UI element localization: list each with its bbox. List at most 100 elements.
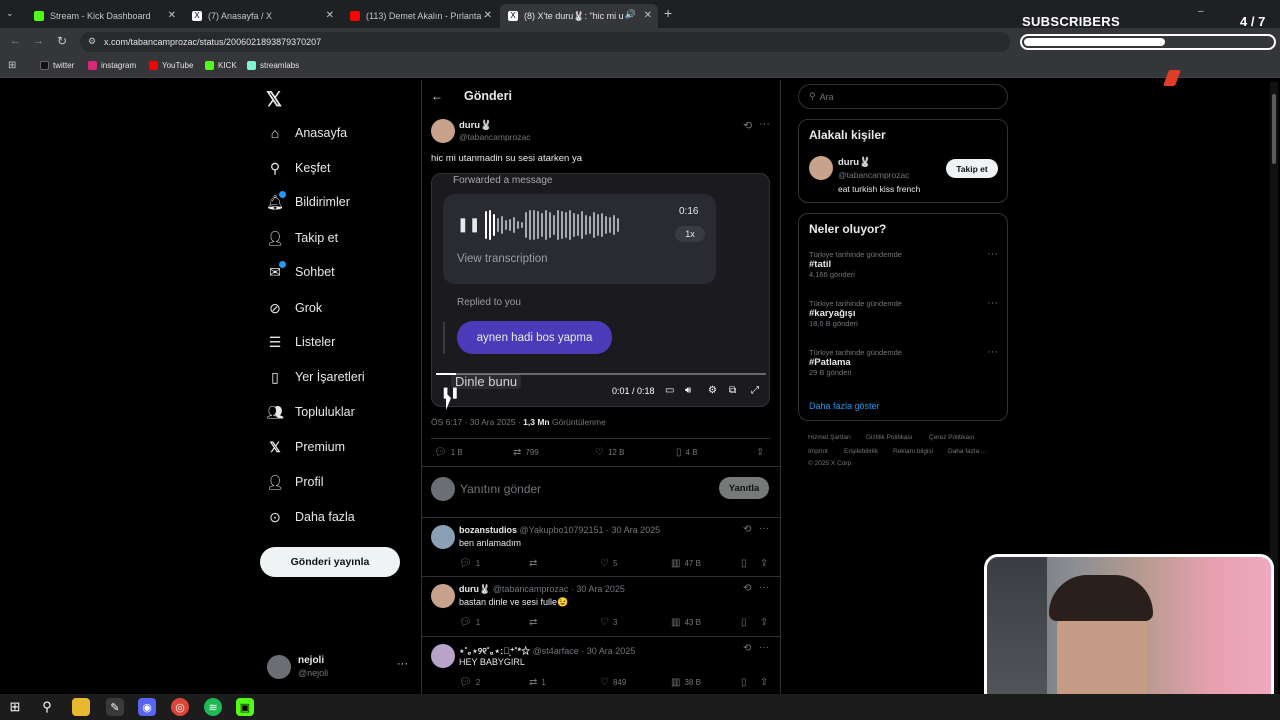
footer-link[interactable]: Çerez Politikası	[929, 434, 974, 441]
post-author-handle[interactable]: @tabancamprozac	[459, 132, 530, 142]
like-action[interactable]: ♡ 5	[600, 558, 617, 569]
related-person-name[interactable]: duru🐰	[838, 157, 871, 168]
minimize-icon[interactable]: –	[1198, 6, 1204, 17]
trend-item[interactable]: Türkiye tarihinde gündemde #tatil 4.166 …	[809, 250, 902, 279]
spotify-icon[interactable]: ≋	[204, 698, 222, 716]
footer-link[interactable]: Gizlilik Politikası	[866, 434, 913, 441]
account-menu-icon[interactable]: ···	[397, 658, 408, 670]
trend-item[interactable]: Türkiye tarihinde gündemde #karyağışı 18…	[809, 299, 902, 328]
nav-item-home[interactable]: ⌂ Anasayfa	[266, 121, 347, 145]
reply-input[interactable]: Yanıtını gönder	[460, 482, 541, 496]
view-transcription-link[interactable]: View transcription	[457, 253, 548, 265]
nav-item-lists[interactable]: ☰ Listeler	[266, 330, 336, 354]
browser-tab-kick[interactable]: Stream - Kick Dashboard ✕	[26, 4, 182, 28]
volume-icon[interactable]: 🔊︎	[685, 385, 691, 396]
streamlabs-icon[interactable]: ▣	[236, 698, 254, 716]
avatar[interactable]	[809, 156, 833, 180]
views-action[interactable]: ▥ 47 B	[671, 558, 701, 569]
reply-submit-button[interactable]: Yanıtla	[719, 477, 769, 499]
reply-author[interactable]: bozanstudios	[459, 525, 517, 535]
grok-icon[interactable]: ⟲	[743, 643, 751, 654]
repost-action[interactable]: ⇄	[529, 558, 541, 569]
bookmark-youtube[interactable]: YouTube	[149, 61, 193, 70]
footer-link[interactable]: Erişilebilirlik	[844, 448, 878, 455]
like-action[interactable]: ♡ 3	[600, 617, 617, 628]
discord-icon[interactable]: ◉	[138, 698, 156, 716]
like-action[interactable]: ♡ 849	[600, 677, 626, 688]
reply-author[interactable]: duru🐰	[459, 584, 490, 594]
nav-item-bookmarks[interactable]: ▯ Yer İşaretleri	[266, 365, 365, 389]
close-tab-icon[interactable]: ✕	[326, 10, 334, 21]
scrollbar-thumb[interactable]	[1272, 94, 1276, 164]
bookmark-action[interactable]: ▯	[741, 617, 751, 628]
bookmark-instagram[interactable]: instagram	[88, 61, 136, 70]
bookmark-action[interactable]: ▯	[741, 677, 751, 688]
views-action[interactable]: ▥ 43 B	[671, 617, 701, 628]
nav-item-explore[interactable]: ⚲ Keşfet	[266, 156, 331, 180]
follow-button[interactable]: Takip et	[946, 159, 998, 178]
avatar[interactable]	[431, 119, 455, 143]
nav-item-follow[interactable]: 👤︎ Takip et	[266, 226, 338, 250]
back-icon[interactable]: ←	[10, 35, 21, 47]
picture-in-picture-icon[interactable]: ⧉	[729, 385, 736, 396]
apps-icon[interactable]: ⊞	[8, 60, 16, 71]
reply-action[interactable]: 💬︎ 1	[459, 617, 480, 628]
site-info-icon[interactable]: ⚙	[88, 36, 96, 47]
share-action[interactable]: ⇪	[756, 447, 768, 458]
reply-action[interactable]: 💬︎ 1 B	[434, 447, 463, 458]
close-tab-icon[interactable]: ✕	[484, 10, 492, 21]
nav-item-premium[interactable]: 𝕏 Premium	[266, 435, 345, 459]
app-icon[interactable]: ✎	[106, 698, 124, 716]
trend-item[interactable]: Türkiye tarihinde gündemde #Patlama 29 B…	[809, 348, 902, 377]
video-progress-track[interactable]	[436, 373, 766, 375]
avatar[interactable]	[431, 644, 455, 668]
close-tab-icon[interactable]: ✕	[168, 10, 176, 21]
avatar[interactable]	[267, 655, 291, 679]
reply-action[interactable]: 💬︎ 2	[459, 677, 480, 688]
bookmark-kick[interactable]: KICK	[205, 61, 237, 70]
new-tab-icon[interactable]: +	[664, 5, 672, 21]
nav-item-messages[interactable]: ✉ Sohbet	[266, 260, 335, 284]
bookmark-action[interactable]: ▯	[741, 558, 751, 569]
x-logo-icon[interactable]: 𝕏	[266, 87, 282, 112]
footer-link[interactable]: Hizmet Şartları	[808, 434, 851, 441]
reload-icon[interactable]: ↻	[57, 34, 67, 48]
voice-pause-icon[interactable]: ❚❚	[457, 216, 480, 233]
captions-icon[interactable]: ▭	[665, 385, 674, 396]
avatar[interactable]	[431, 525, 455, 549]
bookmark-twitter[interactable]: twitter	[40, 61, 74, 70]
trend-more-icon[interactable]: ···	[987, 248, 998, 260]
bookmark-action[interactable]: ▯ 4 B	[676, 447, 698, 458]
repost-action[interactable]: ⇄ 1	[529, 677, 546, 688]
share-action[interactable]: ⇪	[760, 677, 772, 688]
footer-link[interactable]: Reklam bilgisi	[893, 448, 933, 455]
nav-item-more[interactable]: ⊙ Daha fazla	[266, 505, 355, 529]
like-action[interactable]: ♡ 12 B	[595, 447, 624, 458]
file-explorer-icon[interactable]	[72, 698, 90, 716]
grok-icon[interactable]: ⟲	[743, 583, 751, 594]
reply-action[interactable]: 💬︎ 1	[459, 558, 480, 569]
forward-icon[interactable]: →	[33, 35, 44, 47]
nav-item-notifications[interactable]: 🔔︎ Bildirimler	[266, 190, 350, 214]
footer-link[interactable]: Daha fazla ...	[948, 448, 986, 455]
windows-start-icon[interactable]: ⊞	[6, 698, 24, 716]
post-author-name[interactable]: duru🐰	[459, 120, 492, 131]
nav-item-communities[interactable]: 👥︎ Topluluklar	[266, 400, 355, 424]
browser-tab-x-home[interactable]: X (7) Anasayfa / X ✕	[184, 4, 340, 28]
bookmark-streamlabs[interactable]: streamlabs	[247, 61, 299, 70]
avatar[interactable]	[431, 584, 455, 608]
browser-tab-active[interactable]: X (8) X'te duru🐰: "hic mi uta 🔊 ✕	[500, 4, 658, 28]
more-options-icon[interactable]: ···	[759, 523, 769, 534]
more-options-icon[interactable]: ···	[759, 118, 770, 130]
footer-link[interactable]: Imprint	[808, 448, 828, 455]
nav-item-grok[interactable]: ⊘ Grok	[266, 296, 322, 320]
grok-icon[interactable]: ⟲	[743, 119, 752, 132]
repost-action[interactable]: ⇄ 799	[513, 447, 539, 458]
address-bar[interactable]: ⚙ x.com/tabancamprozac/status/2006021893…	[80, 32, 1010, 52]
grok-icon[interactable]: ⟲	[743, 524, 751, 535]
reply-author[interactable]: ⋆˚｡⋆୨୧˚｡⋆:‧͙⁺˚*☆	[459, 646, 530, 656]
show-more-link[interactable]: Daha fazla göster	[809, 401, 880, 411]
back-arrow-icon[interactable]: ←	[431, 89, 443, 103]
repost-action[interactable]: ⇄	[529, 617, 541, 628]
settings-icon[interactable]: ⚙	[708, 385, 717, 396]
